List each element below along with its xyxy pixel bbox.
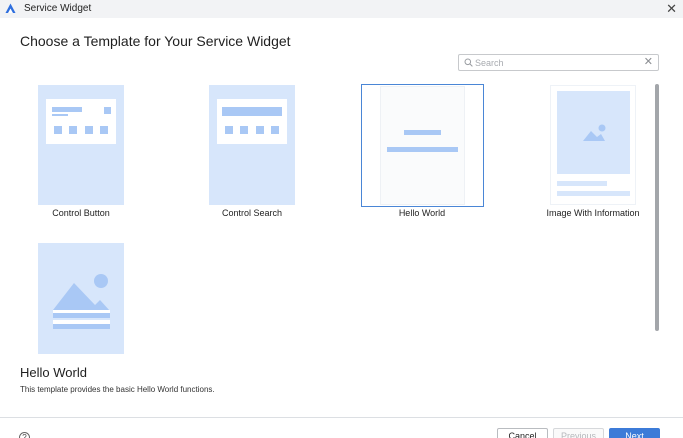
page-title: Choose a Template for Your Service Widge…	[20, 33, 291, 49]
search-box[interactable]: ✕	[458, 54, 659, 71]
next-button[interactable]: Next	[609, 428, 660, 438]
footer-divider	[0, 417, 683, 418]
hello-world-thumbnail	[361, 84, 484, 207]
image-with-information-thumbnail	[550, 85, 636, 205]
template-label: Image With Information	[546, 208, 640, 218]
template-label: Control Button	[52, 208, 110, 218]
template-label: Hello World	[398, 208, 446, 218]
help-icon[interactable]: ?	[19, 432, 30, 438]
template-label: Control Search	[221, 208, 283, 218]
cancel-button[interactable]: Cancel	[497, 428, 548, 438]
search-icon	[464, 58, 473, 67]
previous-button: Previous	[553, 428, 604, 438]
close-icon[interactable]: ✕	[666, 1, 677, 17]
template-description-title: Hello World	[20, 365, 87, 380]
template-description-text: This template provides the basic Hello W…	[20, 385, 215, 394]
control-search-thumbnail	[209, 85, 295, 205]
title-bar: Service Widget ✕	[0, 0, 683, 18]
clear-search-icon[interactable]: ✕	[644, 55, 653, 70]
image-landscape-icon	[38, 243, 124, 354]
window-title: Service Widget	[24, 3, 92, 14]
templates-scrollbar[interactable]	[655, 84, 659, 331]
search-input[interactable]	[475, 56, 640, 69]
control-button-thumbnail	[38, 85, 124, 205]
harmony-logo-icon	[5, 3, 16, 13]
